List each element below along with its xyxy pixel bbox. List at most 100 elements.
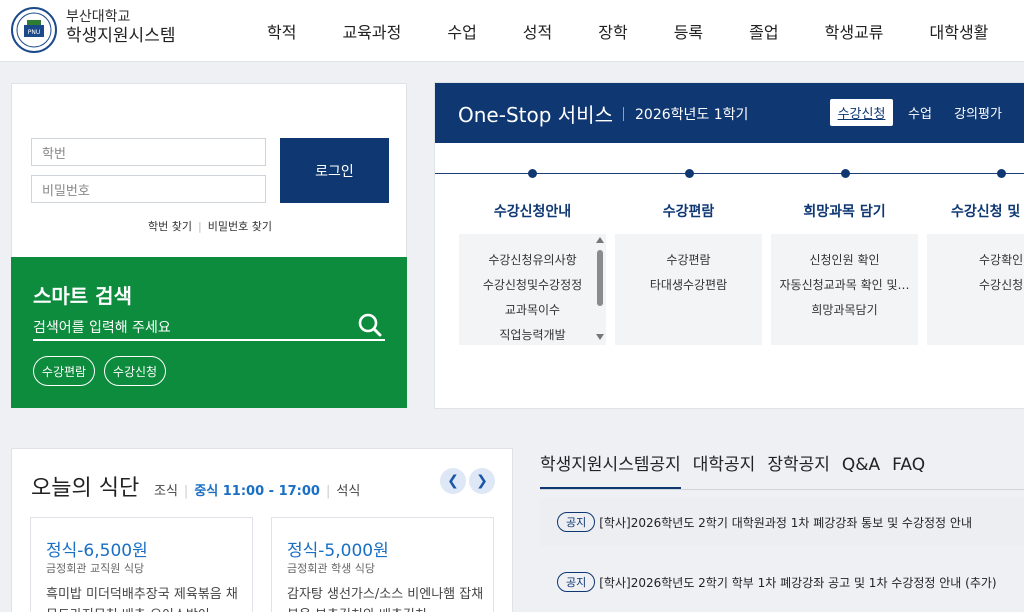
guide-item[interactable]: 교과목이수 bbox=[459, 298, 606, 323]
chevron-left-icon: ❮ bbox=[447, 473, 459, 489]
link-separator: | bbox=[198, 220, 202, 233]
logo-university-name: 부산대학교 bbox=[66, 9, 131, 25]
step-dot bbox=[685, 169, 694, 178]
find-student-id-link[interactable]: 학번 찾기 bbox=[148, 220, 192, 233]
onestop-divider bbox=[623, 107, 624, 121]
nav-item-registration[interactable]: 등록 bbox=[674, 19, 703, 43]
meal-title: 오늘의 식단 bbox=[31, 476, 140, 501]
meal-tab-lunch[interactable]: 중식 11:00 - 17:00 bbox=[194, 484, 320, 499]
wishlist-item[interactable]: 신청인원 확인 bbox=[771, 248, 918, 273]
step-box-guide: 수강신청유의사항 수강신청및수강정정 교과목이수 직업능력개발 bbox=[459, 234, 606, 345]
step-title-catalog[interactable]: 수강편람 bbox=[615, 201, 762, 221]
catalog-item[interactable]: 수강편람 bbox=[615, 248, 762, 273]
tab-university-notice[interactable]: 대학공지 bbox=[693, 450, 756, 487]
step-box-catalog: 수강편람 타대생수강편람 bbox=[615, 234, 762, 345]
scroll-down-icon bbox=[596, 334, 604, 340]
nav-item-class[interactable]: 수업 bbox=[447, 19, 476, 43]
meal-location: 금정회관 교직원 식당 bbox=[46, 562, 145, 575]
notice-tabs: 학생지원시스템공지 대학공지 장학공지 Q&A FAQ bbox=[540, 450, 937, 490]
student-id-field[interactable]: 학번 bbox=[31, 138, 266, 166]
meal-location: 금정회관 학생 식당 bbox=[287, 562, 375, 575]
notice-badge: 공지 bbox=[557, 512, 596, 532]
wishlist-item[interactable]: 희망과목담기 bbox=[771, 298, 918, 323]
find-account-links: 학번 찾기 | 비밀번호 찾기 bbox=[12, 218, 408, 234]
step-timeline bbox=[435, 173, 1024, 174]
smart-search-placeholder: 검색어를 입력해 주세요 bbox=[33, 320, 171, 336]
registration-item[interactable]: 수강확인 bbox=[927, 248, 1024, 273]
notice-tab-underline bbox=[540, 489, 1024, 490]
step-dot bbox=[528, 169, 537, 178]
logo-system-name: 학생지원시스템 bbox=[66, 26, 176, 46]
tab-qna[interactable]: Q&A bbox=[842, 455, 880, 487]
meal-card-student: 정식-5,000원 금정회관 학생 식당 감자탕 생선가스/소스 비엔나햄 잡채… bbox=[271, 517, 494, 612]
step-dot bbox=[841, 169, 850, 178]
notice-title: [학사]2026학년도 2학기 학부 1차 폐강강좌 공고 및 1차 수강정정 … bbox=[599, 575, 997, 590]
onestop-service-panel: One-Stop 서비스 2026학년도 1학기 수강신청 수업 강의평가 수강… bbox=[434, 82, 1024, 409]
step-title-wishlist[interactable]: 희망과목 담기 bbox=[771, 201, 918, 221]
guide-item[interactable]: 수강신청유의사항 bbox=[459, 248, 606, 273]
nav-item-campus-life[interactable]: 대학생활 bbox=[930, 19, 989, 43]
find-password-link[interactable]: 비밀번호 찾기 bbox=[208, 220, 272, 233]
nav-item-academic-record[interactable]: 학적 bbox=[267, 19, 296, 43]
smart-search-input[interactable]: 검색어를 입력해 주세요 bbox=[33, 312, 385, 341]
step-title-registration[interactable]: 수강신청 및 bbox=[927, 201, 1024, 221]
meal-tab-separator: | bbox=[325, 484, 331, 499]
onestop-title: One-Stop 서비스 bbox=[458, 103, 613, 127]
tab-class[interactable]: 수업 bbox=[903, 99, 937, 126]
nav-item-scholarship[interactable]: 장학 bbox=[598, 19, 627, 43]
step-dot bbox=[997, 169, 1006, 178]
notice-row[interactable]: 공지 [학사]2026학년도 2학기 학부 1차 폐강강좌 공고 및 1차 수강… bbox=[540, 558, 1024, 606]
catalog-item[interactable]: 타대생수강편람 bbox=[615, 273, 762, 298]
smart-search-panel: 스마트 검색 검색어를 입력해 주세요 수강편람 수강신청 bbox=[11, 257, 407, 408]
svg-text:PNU: PNU bbox=[28, 29, 41, 36]
tab-course-registration[interactable]: 수강신청 bbox=[830, 99, 893, 126]
tab-system-notice[interactable]: 학생지원시스템공지 bbox=[540, 450, 681, 490]
university-logo[interactable]: PNU bbox=[10, 6, 58, 54]
step-box-wishlist: 신청인원 확인 자동신청교과목 확인 및… 희망과목담기 bbox=[771, 234, 918, 345]
nav-item-graduation[interactable]: 졸업 bbox=[749, 19, 778, 43]
nav-item-grades[interactable]: 성적 bbox=[523, 19, 552, 43]
scroll-thumb bbox=[597, 250, 603, 306]
step-box-registration: 수강확인 수강신청 bbox=[927, 234, 1024, 345]
main-nav: 학적 교육과정 수업 성적 장학 등록 졸업 학생교류 대학생활 bbox=[250, 0, 988, 62]
login-panel: 학번 비밀번호 로그인 학번 찾기 | 비밀번호 찾기 bbox=[11, 83, 407, 257]
meal-price: 정식-5,000원 bbox=[287, 541, 389, 561]
meal-tabs: 조식 | 중식 11:00 - 17:00 | 석식 bbox=[154, 480, 360, 499]
notice-title: [학사]2026학년도 2학기 대학원과정 1차 폐강강좌 통보 및 수강정정 … bbox=[599, 515, 972, 530]
step-title-guide[interactable]: 수강신청안내 bbox=[459, 201, 606, 221]
quick-chip-course-catalog[interactable]: 수강편람 bbox=[33, 356, 95, 386]
notice-row[interactable]: 공지 [학사]2026학년도 2학기 대학원과정 1차 폐강강좌 통보 및 수강… bbox=[540, 498, 1024, 546]
meal-price: 정식-6,500원 bbox=[46, 541, 148, 561]
registration-item[interactable]: 수강신청 bbox=[927, 273, 1024, 298]
today-meal-panel: 오늘의 식단 조식 | 중식 11:00 - 17:00 | 석식 ❮ ❯ 정식-6,5… bbox=[11, 448, 513, 612]
onestop-header: One-Stop 서비스 2026학년도 1학기 수강신청 수업 강의평가 bbox=[435, 83, 1024, 143]
tab-lecture-evaluation[interactable]: 강의평가 bbox=[947, 99, 1009, 126]
onestop-term: 2026학년도 1학기 bbox=[635, 107, 749, 123]
search-icon[interactable] bbox=[357, 312, 383, 338]
top-header: PNU 부산대학교 학생지원시스템 학적 교육과정 수업 성적 장학 등록 졸업… bbox=[0, 0, 1024, 62]
guide-item[interactable]: 직업능력개발 bbox=[459, 323, 606, 345]
quick-chip-course-registration[interactable]: 수강신청 bbox=[104, 356, 166, 386]
wishlist-item[interactable]: 자동신청교과목 확인 및… bbox=[771, 273, 918, 298]
scroll-up-icon bbox=[596, 237, 604, 243]
logo-text[interactable]: 부산대학교 학생지원시스템 bbox=[66, 8, 175, 46]
notice-badge: 공지 bbox=[557, 572, 596, 592]
meal-card-staff: 정식-6,500원 금정회관 교직원 식당 흑미밥 미더덕배추장국 제육볶음 채… bbox=[30, 517, 253, 612]
nav-item-curriculum[interactable]: 교육과정 bbox=[342, 19, 401, 43]
meal-tab-breakfast[interactable]: 조식 bbox=[154, 484, 178, 499]
meal-prev-button[interactable]: ❮ bbox=[440, 468, 466, 494]
password-field[interactable]: 비밀번호 bbox=[31, 175, 266, 203]
meal-next-button[interactable]: ❯ bbox=[469, 468, 495, 494]
smart-search-title: 스마트 검색 bbox=[33, 284, 132, 308]
meal-tab-separator: | bbox=[183, 484, 189, 499]
nav-item-exchange[interactable]: 학생교류 bbox=[825, 19, 884, 43]
login-button[interactable]: 로그인 bbox=[280, 138, 389, 203]
chevron-right-icon: ❯ bbox=[476, 473, 488, 489]
guide-scrollbar[interactable] bbox=[595, 234, 605, 345]
meal-menu: 감자탕 생선가스/소스 비엔나햄 잡채볶음 부추김치와 배추김치 bbox=[287, 587, 484, 612]
tab-faq[interactable]: FAQ bbox=[892, 455, 925, 487]
meal-tab-dinner[interactable]: 석식 bbox=[336, 484, 360, 499]
meal-menu: 흑미밥 미더덕배추장국 제육볶음 채무도라지무침 배추 오이소박이 bbox=[46, 587, 238, 612]
guide-item[interactable]: 수강신청및수강정정 bbox=[459, 273, 606, 298]
tab-scholarship-notice[interactable]: 장학공지 bbox=[767, 450, 830, 487]
